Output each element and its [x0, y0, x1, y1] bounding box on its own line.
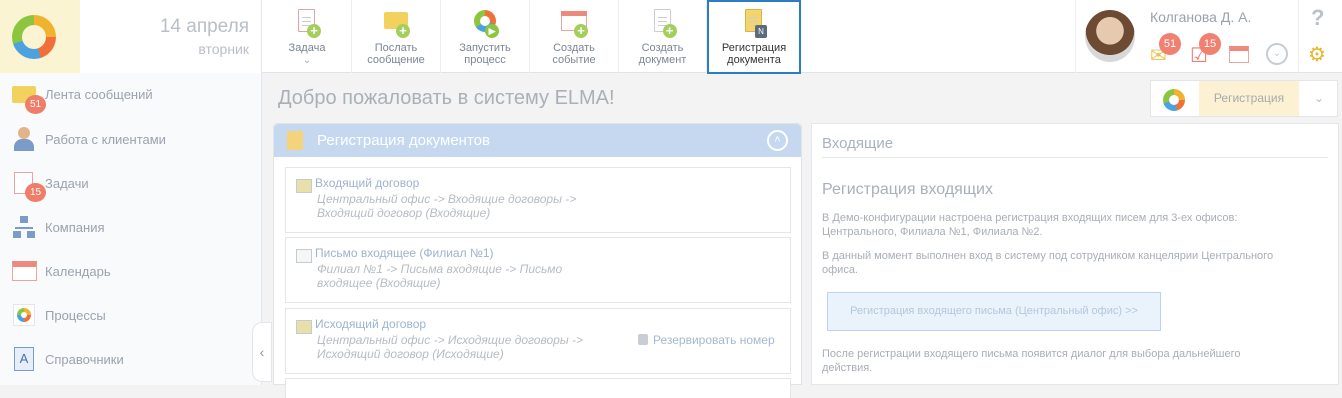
chevron-down-icon[interactable]: ⌄ [1266, 43, 1288, 65]
card-title-link[interactable]: Исходящий договор [315, 317, 426, 331]
register-document-icon [287, 131, 303, 150]
task-icon: + [292, 8, 322, 38]
calendar-icon: + [559, 8, 589, 38]
sidebar-item-clients[interactable]: Работа с клиентами [0, 117, 262, 161]
toolbar-register-document-button[interactable]: N Регистрация документа [707, 0, 801, 74]
toolbar-create-document-button[interactable]: + Создать документ [619, 0, 707, 73]
envelope-icon: + [381, 8, 411, 38]
sidebar-item-calendar[interactable]: Календарь [0, 249, 262, 293]
section-heading: Регистрация входящих [822, 181, 993, 198]
incoming-panel: Входящие Регистрация входящих В Демо-кон… [811, 123, 1339, 385]
lock-icon [638, 334, 648, 345]
elma-logo[interactable] [0, 0, 80, 73]
chevron-left-icon: ‹ [259, 344, 265, 360]
card-path: Центральный офис -> Исходящие договоры -… [317, 333, 583, 361]
calendar-icon [12, 259, 38, 283]
document-icon: + [648, 8, 678, 38]
card-title-link[interactable]: Входящий договор [315, 176, 419, 190]
description-text: В данный момент выполнен вход в систему … [822, 250, 1274, 276]
welcome-title: Добро пожаловать в систему ELMA! [278, 87, 615, 109]
sidebar-item-company[interactable]: Компания [0, 205, 262, 249]
toolbar-send-message-button[interactable]: + Послать сообщение [352, 0, 441, 73]
avatar[interactable] [1085, 10, 1135, 62]
card-path: Филиал №1 -> Письма входящие -> Письмо в… [317, 262, 563, 290]
help-icon[interactable]: ? [1311, 5, 1324, 31]
collapse-icon[interactable]: ˄ [767, 130, 788, 151]
sidebar-item-directories[interactable]: A Справочники [0, 337, 262, 381]
sidebar-item-feed[interactable]: 51 Лента сообщений [0, 73, 262, 117]
toolbar-start-process-button[interactable]: ▸ Запустить процесс [441, 0, 530, 73]
clients-icon [12, 127, 38, 151]
sidebar-item-processes[interactable]: Процессы [0, 293, 262, 337]
contract-icon [296, 320, 312, 334]
top-bar: 14 апреля вторник + Задача ⌄ + Послать с… [0, 0, 1342, 74]
contract-icon [296, 179, 312, 193]
elma-logo-icon [12, 15, 56, 59]
panel-title: Регистрация документов [317, 132, 490, 149]
description-text: После регистрации входящего письма появи… [822, 348, 1241, 374]
org-chart-icon [12, 215, 38, 239]
register-incoming-letter-button[interactable]: Регистрация входящего письма (Центральны… [827, 292, 1161, 331]
process-icon: ▸ [470, 8, 500, 38]
feed-badge: 51 [25, 95, 46, 114]
gear-icon[interactable]: ⚙ [1308, 42, 1326, 67]
panel-title: Входящие [822, 135, 894, 152]
calendar-icon[interactable] [1229, 46, 1249, 63]
directory-icon: A [12, 347, 38, 371]
document-registration-panel: Регистрация документов ˄ Входящий догово… [273, 123, 802, 398]
panel-header: Регистрация документов ˄ [274, 124, 801, 157]
chevron-down-icon[interactable]: ⌄ [1301, 81, 1337, 116]
tasks-badge: 15 [25, 183, 46, 202]
list-item: Входящий договор Центральный офис -> Вхо… [285, 167, 791, 233]
divider [822, 157, 1328, 158]
toolbar-task-button[interactable]: + Задача ⌄ [263, 0, 352, 73]
chevron-down-icon[interactable]: ⌄ [263, 55, 351, 67]
registration-button[interactable]: Регистрация [1199, 81, 1299, 116]
date-weekday: вторник [198, 41, 249, 57]
process-icon [12, 303, 38, 327]
registration-toolbar: Регистрация ⌄ [1150, 80, 1338, 117]
date-panel: 14 апреля вторник [80, 0, 262, 73]
card-path: Центральный офис -> Входящие договоры ->… [317, 192, 577, 220]
sidebar: 51 Лента сообщений Работа с клиентами 15… [0, 73, 262, 385]
messages-badge: 51 [1159, 33, 1181, 55]
register-document-icon: N [739, 8, 769, 38]
card-title-link[interactable]: Письмо входящее (Филиал №1) [315, 246, 494, 260]
description-text: В Демо-конфигурации настроена регистраци… [822, 212, 1238, 238]
list-item: Исходящий договор Центральный офис -> Ис… [285, 308, 791, 374]
tasks-badge: 15 [1199, 33, 1221, 55]
date-day: 14 апреля [159, 16, 249, 37]
sidebar-collapse-button[interactable]: ‹ [252, 322, 272, 382]
list-item: Письмо входящее (Филиал №1) Филиал №1 ->… [285, 237, 791, 303]
letter-icon [296, 249, 312, 263]
list-item [285, 378, 791, 398]
user-name[interactable]: Колганова Д. А. [1150, 9, 1251, 25]
sidebar-item-tasks[interactable]: 15 Задачи [0, 161, 262, 205]
reserve-number-link[interactable]: Резервировать номер [638, 333, 775, 347]
toolbar-create-event-button[interactable]: + Создать событие [530, 0, 619, 73]
process-icon[interactable] [1163, 89, 1185, 111]
